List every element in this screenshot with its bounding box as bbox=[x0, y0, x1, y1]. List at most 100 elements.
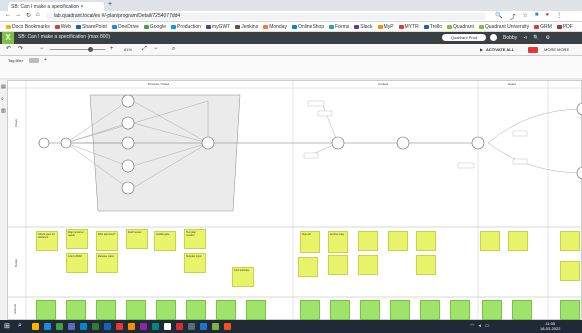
sticky-note[interactable]: Map customer needs bbox=[66, 229, 88, 249]
bookmark-item[interactable]: myGWT bbox=[205, 24, 230, 30]
user-avatar[interactable] bbox=[490, 34, 497, 41]
chrome-icon[interactable] bbox=[56, 323, 63, 330]
more-button[interactable]: MORE MORE bbox=[544, 47, 569, 52]
sticky-note[interactable] bbox=[328, 255, 348, 275]
sticky-note[interactable]: Cost estimate bbox=[232, 267, 254, 287]
app-icon[interactable] bbox=[224, 323, 231, 330]
sticky-note[interactable] bbox=[358, 255, 378, 275]
extensions-icon[interactable]: ■ bbox=[535, 12, 539, 21]
bookmark-item[interactable]: Web bbox=[54, 24, 71, 30]
app-icon[interactable] bbox=[140, 323, 147, 330]
sticky-note[interactable] bbox=[388, 231, 408, 251]
forward-icon[interactable]: → bbox=[15, 12, 21, 18]
zoom-in-icon[interactable]: + bbox=[110, 44, 114, 54]
bookmark-item[interactable]: Google bbox=[143, 24, 166, 30]
sticky-note[interactable] bbox=[416, 231, 436, 251]
edge-icon[interactable] bbox=[44, 323, 51, 330]
star-icon[interactable]: ☆ bbox=[523, 12, 528, 21]
app-icon[interactable] bbox=[164, 323, 171, 330]
reload-icon[interactable]: ↻ bbox=[26, 12, 31, 19]
redo-icon[interactable]: ↷ bbox=[18, 44, 23, 54]
wifi-icon[interactable]: ◠ bbox=[470, 323, 474, 329]
sticky-note[interactable]: Draft review bbox=[126, 229, 148, 249]
share-icon[interactable]: ⋖ bbox=[523, 35, 527, 41]
bookmark-item[interactable]: Quadrant bbox=[447, 24, 474, 30]
action-sticky[interactable] bbox=[560, 300, 580, 320]
add-filter-icon[interactable]: + bbox=[44, 57, 47, 63]
sticky-note[interactable] bbox=[508, 231, 528, 251]
settings-icon[interactable]: ⚙ bbox=[546, 35, 550, 41]
sticky-note[interactable] bbox=[416, 255, 436, 275]
sticky-note[interactable] bbox=[358, 231, 378, 251]
fit-icon[interactable]: ⤢ bbox=[142, 44, 147, 54]
browser-tab[interactable]: SB: Can I make a specification × bbox=[8, 2, 104, 11]
action-sticky[interactable] bbox=[186, 300, 206, 320]
bookmark-item[interactable]: Docs Bookmarks bbox=[6, 24, 50, 30]
bookmark-item[interactable]: Forms bbox=[329, 24, 349, 30]
zoom-slider-handle[interactable] bbox=[88, 47, 93, 52]
back-icon[interactable]: ← bbox=[5, 12, 11, 18]
action-sticky[interactable] bbox=[96, 300, 116, 320]
outlook-icon[interactable] bbox=[80, 323, 87, 330]
bookmark-item[interactable]: OnlineShop bbox=[291, 24, 324, 30]
minus-icon[interactable]: − bbox=[154, 44, 158, 54]
excel-icon[interactable] bbox=[92, 323, 99, 330]
play-icon[interactable]: ▶ bbox=[480, 47, 483, 52]
home-icon[interactable]: ⌂ bbox=[36, 12, 40, 18]
search-icon[interactable]: 🔍 bbox=[533, 35, 539, 41]
bookmark-item[interactable]: Jenkins bbox=[235, 24, 258, 30]
sticky-note[interactable]: Test plan needed bbox=[184, 229, 206, 249]
action-sticky[interactable] bbox=[300, 300, 320, 320]
word-icon[interactable] bbox=[104, 323, 111, 330]
action-sticky[interactable] bbox=[360, 300, 380, 320]
profile-icon[interactable]: ● bbox=[546, 12, 550, 21]
bookmark-item[interactable]: GRM bbox=[534, 24, 552, 30]
action-sticky[interactable] bbox=[216, 300, 236, 320]
user-name[interactable]: Bobby bbox=[503, 35, 517, 41]
taskbar-search-icon[interactable]: ⌕ bbox=[18, 322, 22, 330]
layers-tool-icon[interactable]: ▥ bbox=[1, 108, 6, 114]
process-canvas[interactable]: Flows Notes Actions Process / Flows Cont… bbox=[7, 80, 582, 321]
app-icon[interactable] bbox=[128, 323, 135, 330]
start-icon[interactable]: ⊞ bbox=[4, 322, 10, 330]
bookmark-item[interactable]: MyP bbox=[377, 24, 394, 30]
action-sticky[interactable] bbox=[246, 300, 266, 320]
menu-icon[interactable]: ⋮ bbox=[556, 12, 562, 21]
battery-icon[interactable]: ▭ bbox=[485, 323, 490, 329]
app-icon[interactable] bbox=[116, 323, 123, 330]
record-button[interactable] bbox=[528, 47, 538, 53]
zoom-tool-icon[interactable]: ⌕ bbox=[1, 96, 4, 102]
filter-dropdown[interactable] bbox=[29, 58, 39, 63]
app-logo[interactable]: X bbox=[2, 32, 14, 44]
activate-all-button[interactable]: ACTIVATE ALL bbox=[486, 47, 514, 52]
action-sticky[interactable] bbox=[126, 300, 146, 320]
bookmark-item[interactable]: OneDrive bbox=[111, 24, 139, 30]
action-sticky[interactable] bbox=[420, 300, 440, 320]
bookmark-item[interactable]: SharePoint bbox=[76, 24, 107, 30]
sticky-note[interactable] bbox=[560, 231, 580, 251]
action-sticky[interactable] bbox=[512, 300, 532, 320]
share-icon[interactable]: ⤴ bbox=[509, 12, 515, 21]
app-icon[interactable] bbox=[200, 323, 207, 330]
bookmark-item[interactable]: Quadrant University bbox=[478, 24, 529, 30]
bookmark-item[interactable]: MYTR bbox=[398, 24, 419, 30]
zoom-icon[interactable]: 🔍 bbox=[495, 12, 502, 21]
teams-icon[interactable] bbox=[68, 323, 75, 330]
sticky-note[interactable] bbox=[298, 257, 318, 277]
sticky-note[interactable]: Sign-off bbox=[300, 231, 320, 253]
sticky-note[interactable]: Release notes bbox=[96, 253, 118, 273]
app-icon[interactable] bbox=[176, 323, 183, 330]
zoom-slider[interactable] bbox=[50, 49, 105, 50]
bookmark-item[interactable]: PDF bbox=[556, 24, 573, 30]
action-sticky[interactable] bbox=[36, 300, 56, 320]
find-icon[interactable]: ⌕ bbox=[172, 44, 175, 54]
action-sticky[interactable] bbox=[482, 300, 502, 320]
app-icon[interactable] bbox=[188, 323, 195, 330]
zoom-out-icon[interactable]: − bbox=[40, 44, 44, 54]
bookmark-item[interactable]: Trello bbox=[423, 24, 442, 30]
app-icon[interactable] bbox=[212, 323, 219, 330]
url-field[interactable]: lab.quadrant.local/ex #/-plan/program/De… bbox=[46, 13, 486, 20]
sticky-note[interactable] bbox=[560, 261, 580, 281]
undo-icon[interactable]: ↶ bbox=[6, 44, 11, 54]
sticky-note[interactable]: Supplier input bbox=[184, 253, 206, 273]
